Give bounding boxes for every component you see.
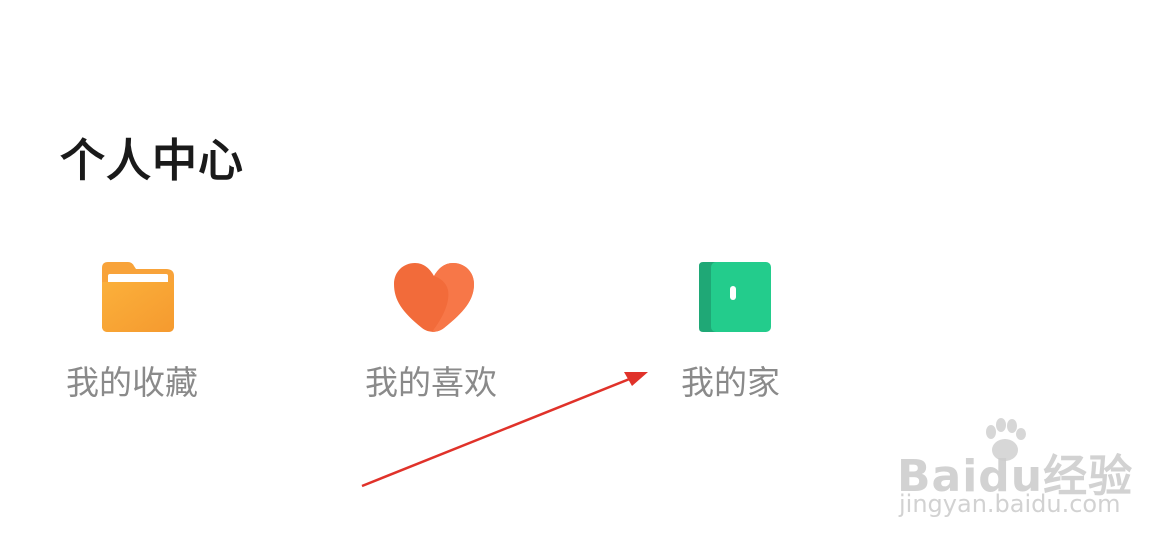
door-icon	[695, 256, 775, 336]
watermark-url: jingyan.baidu.com	[899, 490, 1121, 518]
heart-icon	[392, 256, 474, 336]
page-title: 个人中心	[60, 134, 245, 187]
my-likes-label: 我的喜欢	[365, 363, 497, 402]
my-favorites-label: 我的收藏	[66, 363, 198, 402]
baidu-jingyan-watermark: Baidu经验 jingyan.baidu.com	[893, 418, 1132, 528]
my-home-label: 我的家	[681, 363, 780, 402]
my-favorites-entry[interactable]: 我的收藏	[60, 250, 280, 410]
my-home-entry[interactable]: 我的家	[675, 250, 895, 410]
my-likes-entry[interactable]: 我的喜欢	[360, 250, 580, 410]
folder-icon	[98, 256, 178, 336]
